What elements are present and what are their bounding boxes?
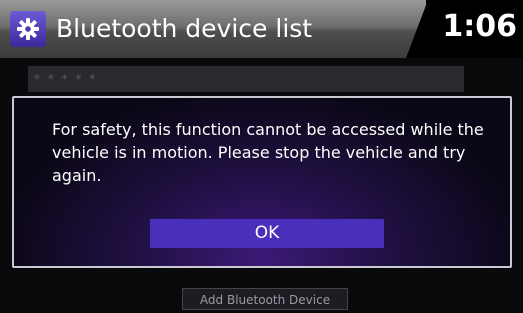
page-title: Bluetooth device list bbox=[56, 14, 313, 43]
safety-dialog: For safety, this function cannot be acce… bbox=[12, 96, 512, 268]
clock: 1:06 bbox=[442, 9, 517, 44]
gear-icon-glyph bbox=[17, 18, 39, 40]
list-item[interactable]: * * * * * bbox=[28, 66, 464, 92]
clock-divider bbox=[406, 0, 428, 58]
ok-button[interactable]: OK bbox=[150, 219, 384, 248]
gear-icon[interactable] bbox=[10, 11, 46, 47]
dialog-message: For safety, this function cannot be acce… bbox=[52, 120, 484, 185]
add-bluetooth-device-button[interactable]: Add Bluetooth Device bbox=[182, 288, 348, 310]
header-bar: Bluetooth device list 1:06 bbox=[0, 0, 523, 58]
